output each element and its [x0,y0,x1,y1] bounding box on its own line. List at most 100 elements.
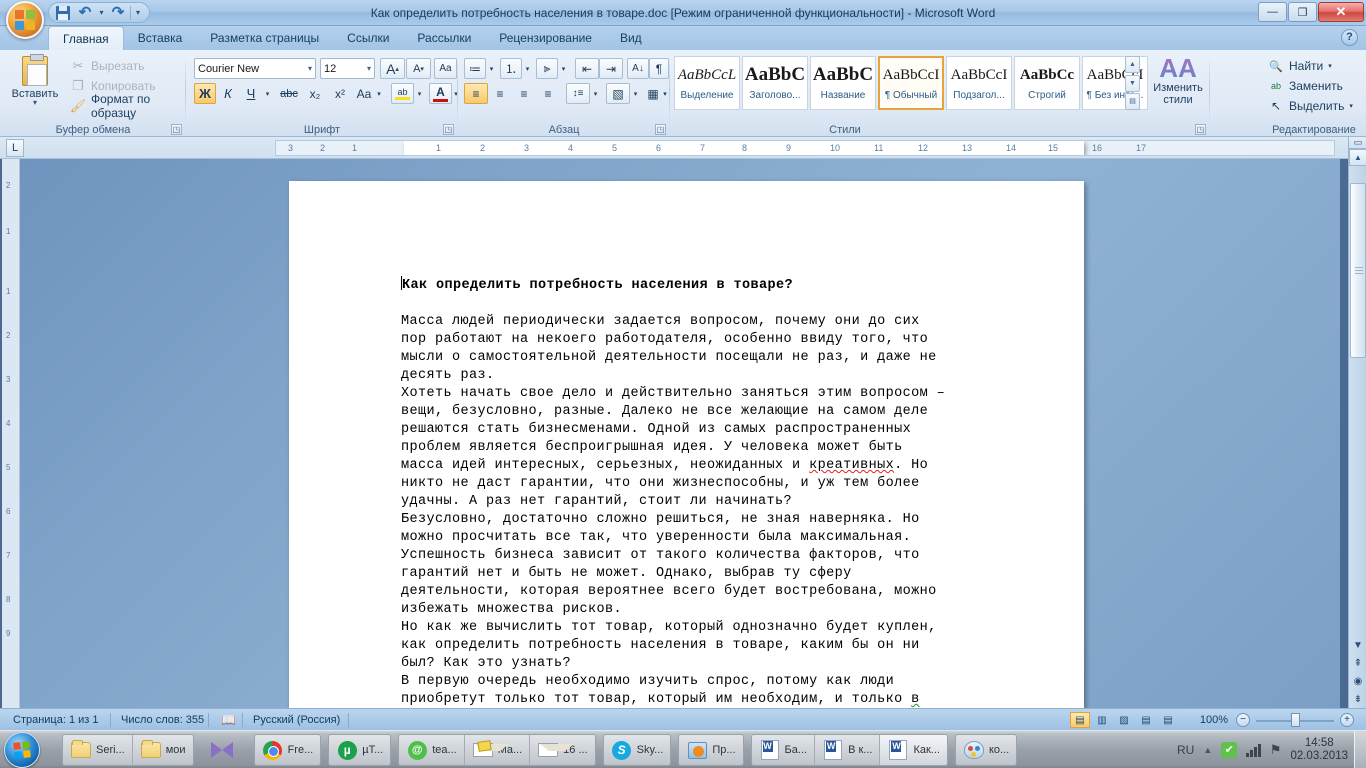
view-outline-button[interactable]: ▤ [1136,712,1156,728]
change-case-dropdown[interactable]: ▾ [374,83,384,104]
page-indicator[interactable]: Страница: 1 из 1 [4,709,108,731]
taskbar-item-teamviewer[interactable]: @ tea... [399,735,465,765]
strikethrough-button[interactable]: abc [276,83,302,104]
taskbar-item-media-player[interactable]: Пр... [679,735,743,765]
shading-button[interactable]: ▧ [606,83,630,104]
line-spacing-button[interactable]: ↕≡ [566,83,590,104]
language-indicator[interactable]: Русский (Россия) [244,709,349,731]
tab-stop-selector[interactable]: L [6,139,24,157]
taskbar-item-paint[interactable]: ко... [955,735,1017,765]
zoom-in-button[interactable]: + [1340,713,1354,727]
taskbar-item-chrome[interactable]: Fre... [254,735,321,765]
view-print-layout-button[interactable]: ▤ [1070,712,1090,728]
format-painter-button[interactable]: 🖌 Формат по образцу [70,92,186,120]
taskbar-item-folder-moi[interactable]: мои [132,735,193,765]
previous-page-button[interactable]: ⇞ [1349,655,1366,673]
action-center-icon[interactable]: ⚑ [1270,742,1282,758]
tab-view[interactable]: Вид [606,26,656,50]
view-draft-button[interactable]: ▤ [1158,712,1178,728]
font-dialog-launcher[interactable]: ◳ [443,124,454,135]
cut-button[interactable]: ✂ Вырезать [70,56,145,76]
scroll-down-button[interactable]: ▼ [1349,637,1366,655]
vertical-ruler[interactable]: 2 1 1 2 3 4 5 6 7 8 9 [2,159,20,709]
styles-dialog-launcher[interactable]: ◳ [1195,124,1206,135]
styles-scroll-up-button[interactable]: ▲ [1125,56,1140,73]
taskbar-item-envelope[interactable]: 16 ... [530,735,595,765]
multilevel-list-button[interactable]: ⫸ [536,58,558,79]
tab-review[interactable]: Рецензирование [485,26,606,50]
align-right-button[interactable]: ≡ [512,83,536,104]
minimize-button[interactable]: — [1258,2,1287,22]
style-item-heading1[interactable]: AaBbC Заголово... [742,56,808,110]
find-button[interactable]: 🔍 Найти ▾ [1268,56,1332,76]
undo-button[interactable]: ↶ [75,4,95,22]
show-desktop-button[interactable] [1354,731,1366,768]
styles-more-button[interactable]: ▤ [1125,93,1140,110]
style-item-normal[interactable]: AaBbCcI ¶ Обычный [878,56,944,110]
customize-qat-button[interactable]: ▾ [133,4,143,22]
tab-mailings[interactable]: Рассылки [403,26,485,50]
language-bar[interactable]: RU [1177,743,1194,757]
start-button[interactable] [4,732,40,768]
shading-dropdown[interactable]: ▾ [630,83,641,104]
next-page-button[interactable]: ⇟ [1349,691,1366,709]
tab-references[interactable]: Ссылки [333,26,403,50]
subscript-button[interactable]: x₂ [303,83,327,104]
document-canvas[interactable]: Как определить потребность населения в т… [20,159,1340,709]
replace-button[interactable]: ab Заменить [1268,76,1343,96]
taskbar-item-bowtie[interactable] [201,735,247,765]
text-highlight-button[interactable]: ab [391,83,414,104]
office-button[interactable] [6,1,44,39]
style-item-title[interactable]: AaBbC Название [810,56,876,110]
scroll-up-button[interactable]: ▲ [1349,149,1366,166]
taskbar-item-utorrent[interactable]: µ µT... [329,735,391,765]
view-web-layout-button[interactable]: ▨ [1114,712,1134,728]
scrollbar-thumb[interactable] [1350,183,1366,358]
taskbar-item-folder-seri[interactable]: Seri... [63,735,133,765]
horizontal-ruler[interactable]: 3 2 1 1 2 3 4 5 6 7 8 9 10 11 12 13 14 1… [275,140,1335,156]
select-browse-object-button[interactable]: ◉ [1349,673,1366,691]
style-item-strong[interactable]: AaBbCc Строгий [1014,56,1080,110]
tab-home[interactable]: Главная [48,26,124,50]
styles-scroll-down-button[interactable]: ▼ [1125,74,1140,92]
show-hidden-icons-button[interactable]: ▲ [1203,745,1212,755]
zoom-slider[interactable]: − + [1234,713,1356,727]
decrease-indent-button[interactable]: ⇤ [575,58,599,79]
bullets-button[interactable]: ≔ [464,58,486,79]
tab-page-layout[interactable]: Разметка страницы [196,26,333,50]
increase-indent-button[interactable]: ⇥ [599,58,623,79]
align-center-button[interactable]: ≡ [488,83,512,104]
align-left-button[interactable]: ≡ [464,83,488,104]
proofing-status-icon[interactable]: 📖 [212,709,238,731]
style-item-emphasis[interactable]: AaBbCcL Выделение [674,56,740,110]
show-formatting-marks-button[interactable]: ¶ [649,58,669,79]
taskbar-item-word-vk[interactable]: В к... [815,735,881,765]
bold-button[interactable]: Ж [194,83,216,104]
taskbar-item-word-kak[interactable]: Как... [880,735,947,765]
numbering-dropdown[interactable]: ▾ [522,58,533,79]
select-button[interactable]: ↖ Выделить ▾ [1268,96,1353,116]
clear-formatting-button[interactable]: Aa [434,58,457,79]
font-size-combo[interactable]: 12 ▾ [320,58,375,79]
underline-button[interactable]: Ч [240,83,262,104]
taskbar-item-word-ba[interactable]: Ба... [751,735,816,765]
document-text[interactable]: Как определить потребность населения в т… [401,276,1031,709]
taskbar-item-skype[interactable]: S Sky... [603,735,671,765]
clock[interactable]: 14:58 02.03.2013 [1290,737,1348,763]
shrink-font-button[interactable]: A ▾ [406,58,431,79]
close-button[interactable]: ✕ [1318,2,1364,22]
line-spacing-dropdown[interactable]: ▾ [590,83,601,104]
restore-button[interactable]: ❐ [1288,2,1317,22]
taskbar-item-mail-yellow[interactable]: Ma... [464,735,531,765]
highlight-dropdown[interactable]: ▾ [414,83,425,104]
numbering-button[interactable]: ⒈ [500,58,522,79]
zoom-slider-thumb[interactable] [1291,713,1300,727]
help-icon[interactable]: ? [1341,29,1358,46]
italic-button[interactable]: К [217,83,239,104]
paste-button[interactable]: Вставить ▾ [8,54,62,118]
superscript-button[interactable]: x² [328,83,352,104]
vertical-scrollbar[interactable]: ▭ ▲ ▼ ⇞ ◉ ⇟ [1348,137,1366,709]
security-icon[interactable]: ✔ [1221,742,1238,758]
split-window-handle[interactable]: ▭ [1349,137,1366,149]
word-count[interactable]: Число слов: 355 [112,709,213,731]
